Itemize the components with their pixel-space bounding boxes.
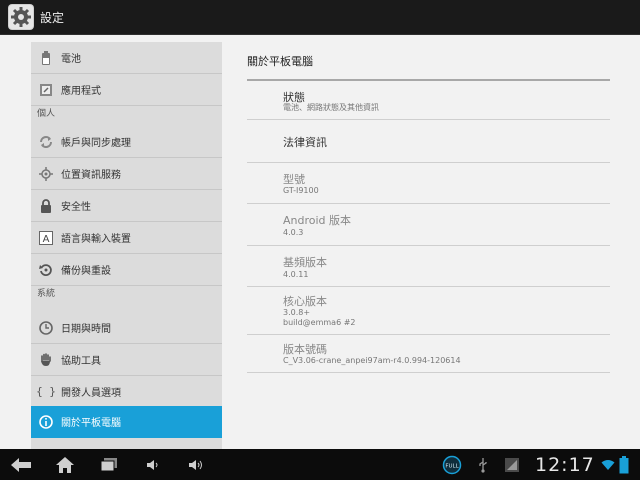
volume-down-button[interactable] (144, 449, 162, 480)
sidebar-item-accessibility[interactable]: 協助工具 (31, 344, 222, 376)
location-icon (31, 158, 61, 189)
hand-icon (31, 344, 61, 375)
info-icon (31, 406, 61, 437)
clock-icon (31, 312, 61, 343)
no-signal-icon (505, 457, 519, 472)
pref-summary: 4.0.11 (283, 270, 309, 279)
pref-summary: 4.0.3 (283, 228, 304, 237)
wifi-status[interactable] (600, 449, 616, 480)
sidebar-item-label: 安全性 (61, 202, 91, 213)
system-navigation-bar: FULL 12:17 (0, 449, 640, 480)
sidebar-item-date-time[interactable]: 日期與時間 (31, 312, 222, 344)
pref-android-version[interactable]: Android 版本 4.0.3 (247, 204, 610, 246)
wifi-icon (601, 459, 615, 470)
sidebar-item-label: 電池 (61, 54, 81, 65)
volume-up-button[interactable] (186, 449, 208, 480)
apps-icon (31, 74, 61, 105)
pref-baseband-version: 基頻版本 4.0.11 (247, 246, 610, 287)
sidebar-item-label: 備份與重設 (61, 266, 111, 277)
status-clock[interactable]: 12:17 (535, 454, 595, 476)
backup-icon (31, 254, 61, 285)
page-title: 關於平板電腦 (247, 55, 313, 68)
sidebar-item-label: 關於平板電腦 (61, 418, 121, 429)
recent-apps-button[interactable] (98, 449, 120, 480)
sidebar-item-label: 語言與輸入裝置 (61, 234, 131, 245)
sidebar-item-label: 開發人員選項 (61, 388, 121, 399)
pref-summary: 電池、網路狀態及其他資訊 (283, 103, 379, 112)
sidebar-item-label: 日期與時間 (61, 324, 111, 335)
pref-build-number[interactable]: 版本號碼 C_V3.06-crane_anpei97am-r4.0.994-12… (247, 335, 610, 373)
sidebar-item-language-input[interactable]: A 語言與輸入裝置 (31, 222, 222, 254)
signal-status[interactable] (504, 449, 520, 480)
sidebar-item-label: 位置資訊服務 (61, 170, 121, 181)
title-divider (247, 79, 610, 81)
sync-icon (31, 126, 61, 157)
pref-title: Android 版本 (283, 214, 352, 227)
sidebar-item-label: 應用程式 (61, 86, 101, 97)
pref-title: 法律資訊 (283, 136, 327, 149)
pref-kernel-version: 核心版本 3.0.8+ build@emma6 #2 (247, 287, 610, 335)
settings-sidebar: 電池 應用程式 個人 帳戶與同步處理 位置資訊服務 安全性 A 語言與輸入裝置 … (31, 42, 222, 449)
sidebar-item-about-tablet[interactable]: 關於平板電腦 (31, 406, 222, 438)
sidebar-section-personal: 個人 (37, 109, 56, 119)
pref-title: 核心版本 (283, 295, 327, 308)
pref-legal-info[interactable]: 法律資訊 (247, 120, 610, 163)
settings-main: 電池 應用程式 個人 帳戶與同步處理 位置資訊服務 安全性 A 語言與輸入裝置 … (0, 35, 640, 449)
pref-summary: C_V3.06-crane_anpei97am-r4.0.994-120614 (283, 356, 461, 365)
pref-model: 型號 GT-I9100 (247, 163, 610, 204)
pref-title: 型號 (283, 173, 305, 186)
braces-icon: { } (36, 385, 56, 398)
back-arrow-icon (11, 457, 31, 472)
battery-full-badge[interactable]: FULL (441, 449, 463, 480)
svg-text:A: A (43, 234, 50, 245)
recent-apps-icon (100, 457, 117, 471)
app-title: 設定 (40, 11, 65, 25)
settings-app-icon[interactable] (8, 4, 34, 30)
pref-title: 基頻版本 (283, 256, 327, 269)
sidebar-item-backup-reset[interactable]: 備份與重設 (31, 254, 222, 286)
sidebar-item-accounts-sync[interactable]: 帳戶與同步處理 (31, 126, 222, 158)
home-icon (56, 456, 74, 473)
battery-icon (31, 42, 61, 73)
sidebar-item-battery[interactable]: 電池 (31, 42, 222, 74)
usb-icon (479, 457, 487, 473)
pref-summary: 3.0.8+ (283, 308, 311, 317)
sidebar-item-label: 協助工具 (61, 356, 101, 367)
sidebar-item-label: 帳戶與同步處理 (61, 138, 131, 149)
about-tablet-panel: 關於平板電腦 狀態 電池、網路狀態及其他資訊 法律資訊 型號 GT-I9100 … (222, 35, 640, 449)
battery-level-icon (619, 455, 629, 473)
battery-status[interactable] (618, 449, 630, 480)
sidebar-item-location[interactable]: 位置資訊服務 (31, 158, 222, 190)
pref-title: 版本號碼 (283, 343, 327, 356)
battery-full-icon: FULL (442, 455, 462, 474)
pref-status[interactable]: 狀態 電池、網路狀態及其他資訊 (247, 82, 610, 120)
action-bar: 設定 (0, 0, 640, 35)
sidebar-item-apps[interactable]: 應用程式 (31, 74, 222, 106)
pref-summary-line2: build@emma6 #2 (283, 318, 356, 327)
volume-up-icon (189, 459, 202, 470)
volume-down-icon (147, 459, 158, 470)
back-button[interactable] (8, 449, 34, 480)
sidebar-item-security[interactable]: 安全性 (31, 190, 222, 222)
home-button[interactable] (52, 449, 78, 480)
language-icon: A (31, 222, 61, 253)
sidebar-section-system: 系統 (37, 289, 56, 299)
lock-icon (31, 190, 61, 221)
sidebar-item-developer-options[interactable]: { } 開發人員選項 (31, 376, 222, 408)
battery-full-text: FULL (445, 463, 459, 469)
usb-status[interactable] (475, 449, 491, 480)
pref-summary: GT-I9100 (283, 186, 319, 195)
